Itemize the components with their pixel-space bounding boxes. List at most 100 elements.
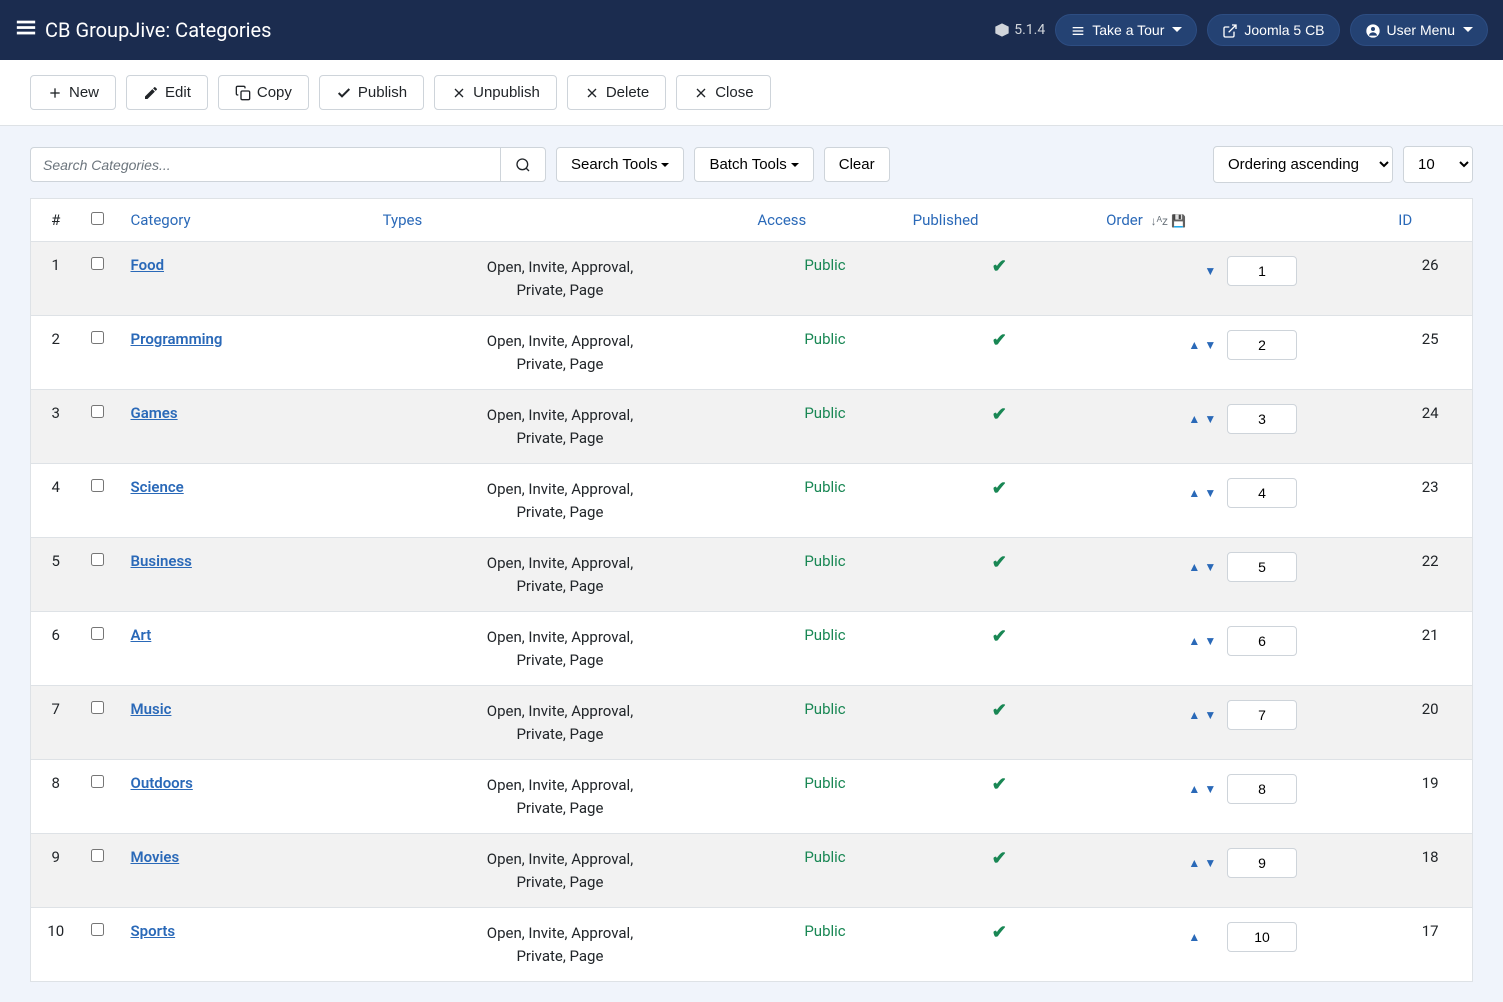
types-cell: Open, Invite, Approval,Private, Page: [373, 686, 748, 760]
row-checkbox[interactable]: [91, 553, 104, 566]
order-up-icon[interactable]: ▲: [1187, 634, 1201, 648]
order-input[interactable]: [1227, 256, 1297, 286]
order-input[interactable]: [1227, 774, 1297, 804]
order-down-icon[interactable]: ▼: [1203, 708, 1217, 722]
col-order[interactable]: Order ↓ᴬᴢ 💾: [1096, 199, 1388, 242]
published-check-icon[interactable]: ✔: [992, 922, 1007, 943]
row-checkbox[interactable]: [91, 479, 104, 492]
row-checkbox[interactable]: [91, 849, 104, 862]
edit-button[interactable]: Edit: [126, 75, 208, 110]
unpublish-button[interactable]: Unpublish: [434, 75, 557, 110]
row-checkbox[interactable]: [91, 775, 104, 788]
row-number: 9: [31, 834, 81, 908]
types-cell: Open, Invite, Approval,Private, Page: [373, 538, 748, 612]
site-link-button[interactable]: Joomla 5 CB: [1207, 14, 1339, 45]
copy-button[interactable]: Copy: [218, 75, 309, 110]
take-tour-button[interactable]: Take a Tour: [1055, 14, 1197, 45]
order-input[interactable]: [1227, 552, 1297, 582]
row-number: 4: [31, 464, 81, 538]
order-down-icon[interactable]: ▼: [1203, 634, 1217, 648]
delete-button[interactable]: Delete: [567, 75, 666, 110]
publish-button[interactable]: Publish: [319, 75, 424, 110]
order-down-icon[interactable]: ▼: [1203, 412, 1217, 426]
published-check-icon[interactable]: ✔: [992, 330, 1007, 351]
order-up-icon[interactable]: ▲: [1187, 560, 1201, 574]
published-check-icon[interactable]: ✔: [992, 552, 1007, 573]
order-up-icon[interactable]: ▲: [1187, 486, 1201, 500]
order-input[interactable]: [1227, 700, 1297, 730]
category-link[interactable]: Movies: [131, 848, 180, 866]
order-up-icon[interactable]: ▲: [1187, 930, 1201, 944]
category-link[interactable]: Games: [131, 404, 178, 422]
ordering-select[interactable]: Ordering ascending: [1213, 146, 1393, 183]
order-down-icon[interactable]: ▼: [1203, 486, 1217, 500]
order-input[interactable]: [1227, 478, 1297, 508]
categories-table: # Category Types Access Published Order …: [30, 198, 1473, 982]
category-link[interactable]: Sports: [131, 922, 176, 940]
category-link[interactable]: Programming: [131, 330, 223, 348]
order-down-icon[interactable]: ▼: [1203, 856, 1217, 870]
order-up-icon[interactable]: ▲: [1187, 412, 1201, 426]
order-up-icon[interactable]: ▲: [1187, 782, 1201, 796]
clear-button[interactable]: Clear: [824, 147, 890, 182]
id-cell: 21: [1388, 612, 1472, 686]
published-check-icon[interactable]: ✔: [992, 774, 1007, 795]
select-all-checkbox[interactable]: [91, 212, 104, 225]
category-link[interactable]: Science: [131, 478, 184, 496]
order-input[interactable]: [1227, 404, 1297, 434]
limit-select[interactable]: 10: [1403, 146, 1473, 183]
order-down-icon[interactable]: ▼: [1203, 338, 1217, 352]
category-link[interactable]: Food: [131, 256, 165, 274]
order-input[interactable]: [1227, 626, 1297, 656]
row-number: 7: [31, 686, 81, 760]
order-up-icon[interactable]: ▲: [1187, 856, 1201, 870]
types-cell: Open, Invite, Approval,Private, Page: [373, 834, 748, 908]
access-cell: Public: [747, 834, 902, 908]
published-check-icon[interactable]: ✔: [992, 404, 1007, 425]
table-row: 7 Music Open, Invite, Approval,Private, …: [31, 686, 1473, 760]
row-checkbox[interactable]: [91, 331, 104, 344]
category-link[interactable]: Outdoors: [131, 774, 193, 792]
header-right: 5.1.4 Take a Tour Joomla 5 CB User Menu: [994, 14, 1488, 45]
types-cell: Open, Invite, Approval,Private, Page: [373, 908, 748, 982]
category-link[interactable]: Business: [131, 552, 192, 570]
close-button[interactable]: Close: [676, 75, 770, 110]
user-icon: [1365, 21, 1381, 38]
col-types[interactable]: Types: [373, 199, 748, 242]
order-up-icon[interactable]: ▲: [1187, 708, 1201, 722]
published-check-icon[interactable]: ✔: [992, 256, 1007, 277]
col-id[interactable]: ID: [1388, 199, 1472, 242]
row-checkbox[interactable]: [91, 923, 104, 936]
order-down-icon[interactable]: ▼: [1203, 560, 1217, 574]
order-up-icon[interactable]: ▲: [1187, 338, 1201, 352]
published-check-icon[interactable]: ✔: [992, 848, 1007, 869]
published-check-icon[interactable]: ✔: [992, 700, 1007, 721]
search-button[interactable]: [500, 147, 546, 181]
order-down-icon[interactable]: ▼: [1203, 782, 1217, 796]
row-checkbox[interactable]: [91, 257, 104, 270]
order-input[interactable]: [1227, 922, 1297, 952]
new-button[interactable]: New: [30, 75, 116, 110]
order-input[interactable]: [1227, 848, 1297, 878]
row-checkbox[interactable]: [91, 405, 104, 418]
row-checkbox[interactable]: [91, 627, 104, 640]
order-down-icon[interactable]: ▼: [1203, 264, 1217, 278]
clear-label: Clear: [839, 156, 875, 173]
published-check-icon[interactable]: ✔: [992, 626, 1007, 647]
batch-tools-button[interactable]: Batch Tools: [694, 147, 813, 182]
search-input[interactable]: [30, 147, 500, 181]
col-access[interactable]: Access: [747, 199, 902, 242]
table-header-row: # Category Types Access Published Order …: [31, 199, 1473, 242]
col-category[interactable]: Category: [121, 199, 373, 242]
pencil-icon: [143, 84, 159, 101]
row-checkbox[interactable]: [91, 701, 104, 714]
access-value: Public: [804, 700, 845, 718]
category-cell: Movies: [121, 834, 373, 908]
category-link[interactable]: Art: [131, 626, 152, 644]
order-input[interactable]: [1227, 330, 1297, 360]
col-published[interactable]: Published: [903, 199, 1096, 242]
search-tools-button[interactable]: Search Tools: [556, 147, 684, 182]
published-check-icon[interactable]: ✔: [992, 478, 1007, 499]
user-menu-button[interactable]: User Menu: [1350, 14, 1488, 45]
category-link[interactable]: Music: [131, 700, 172, 718]
